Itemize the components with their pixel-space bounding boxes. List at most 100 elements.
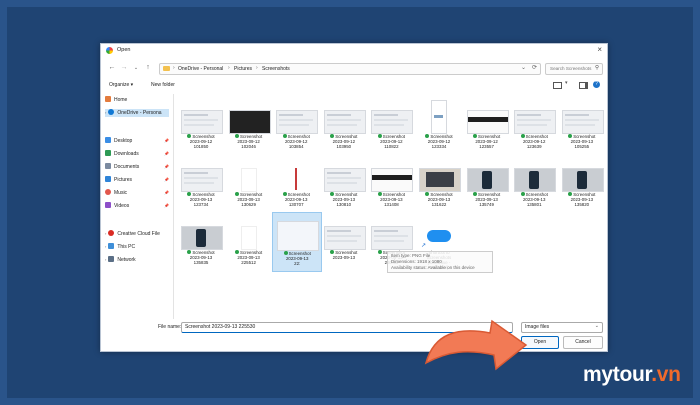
sidebar-item-desktop[interactable]: Desktop 📌 [105, 137, 169, 145]
sidebar-item-label: Videos [114, 203, 130, 209]
synced-check-icon [187, 250, 192, 254]
synced-check-icon [234, 134, 239, 138]
sidebar-item-videos[interactable]: Videos 📌 [105, 202, 169, 210]
file-name-line: 130810 [336, 202, 352, 207]
sidebar-item-label: This PC [117, 244, 136, 250]
synced-check-icon [472, 134, 477, 138]
thumbnail [466, 168, 509, 192]
thumbnail [181, 168, 223, 192]
file-type-select[interactable]: Image files ⌄ [521, 322, 603, 333]
file-item[interactable]: Screenshot 2023-09-13 130810 [320, 154, 368, 212]
file-item[interactable]: Screenshot 2023-09-12 110822 [367, 96, 415, 154]
file-item[interactable]: Screenshot 2023-09-13 123734 [177, 154, 225, 212]
sidebar-item-music[interactable]: Music 📌 [105, 189, 169, 197]
file-caption: Screenshot 2023-09-13 131622 [415, 192, 463, 207]
file-item[interactable]: Screenshot 2023-09-13 135820 [558, 154, 606, 212]
search-placeholder: Search Screenshots [550, 66, 592, 71]
organize-button[interactable]: Organize ▾ [109, 82, 133, 88]
synced-check-icon [187, 192, 192, 196]
file-item[interactable]: Screenshot 2023-09-12 103950 [320, 96, 368, 154]
sidebar-item-documents[interactable]: Documents 📌 [105, 163, 169, 171]
synced-check-icon [425, 134, 430, 138]
file-caption: Screenshot 2023-09-13 135820 [558, 192, 606, 207]
file-name-label: File name: [158, 324, 182, 330]
pin-icon: 📌 [164, 138, 169, 143]
synced-check-icon [330, 250, 335, 254]
thumbnail [240, 168, 257, 192]
file-item[interactable]: Screenshot 2023-09-13 135835 [177, 212, 225, 270]
breadcrumb-onedrive[interactable]: OneDrive - Personal [178, 66, 223, 72]
network-icon [108, 256, 115, 262]
file-item[interactable]: Screenshot 2023-09-13 135801 [510, 154, 558, 212]
dialog-title: Open [117, 47, 131, 53]
sidebar-item-label: Network [117, 257, 136, 263]
synced-check-icon [282, 192, 287, 196]
file-name-line: 103854 [288, 144, 304, 149]
thumbnail: ↗ [419, 226, 459, 248]
address-dropdown-icon[interactable]: ⌄ [521, 64, 526, 71]
file-name-line: 110822 [384, 144, 399, 149]
file-item[interactable]: Screenshot 2023-09-12 123639 [510, 96, 558, 154]
file-item[interactable]: Screenshot 2023-09-12 103854 [272, 96, 320, 154]
synced-check-icon [377, 250, 382, 254]
file-item[interactable]: Screenshot 2023-09-12 123334 [415, 96, 463, 154]
pin-icon: 📌 [164, 203, 169, 208]
sidebar-item-home[interactable]: Home [105, 96, 169, 104]
file-item[interactable]: Screenshot 2023-09-13 225512 [225, 212, 273, 270]
file-item[interactable]: Screenshot 2023-09-13 130707 [272, 154, 320, 212]
cancel-button[interactable]: Cancel [563, 336, 603, 349]
sidebar-item-onedrive[interactable]: › OneDrive - Persona [105, 109, 169, 117]
file-item[interactable]: Screenshot 2023-09-13 22: [272, 212, 323, 272]
pin-icon: 📌 [164, 177, 169, 182]
close-icon[interactable]: × [597, 45, 602, 54]
file-name-line: 225512 [241, 260, 256, 265]
help-icon[interactable]: ? [593, 81, 600, 88]
file-caption: Screenshot 2023-09-13 130629 [225, 192, 273, 207]
synced-check-icon [520, 134, 525, 138]
file-item[interactable]: Screenshot 2023-09-13 130629 [225, 154, 273, 212]
sidebar-item-network[interactable]: › Network [105, 256, 169, 264]
breadcrumb-pictures[interactable]: Pictures [234, 66, 252, 72]
thumbnail [240, 226, 257, 250]
search-icon: ⚲ [594, 65, 599, 71]
pane-divider [173, 94, 174, 319]
tooltip: Item type: PNG File Dimensions: 1918 x 1… [387, 251, 493, 273]
file-item[interactable]: Screenshot 2023-09-13 [320, 212, 368, 270]
file-item[interactable]: Screenshot 2023-09-13 105255 [558, 96, 606, 154]
file-item[interactable]: Screenshot 2023-09-12 101850 [177, 96, 225, 154]
synced-check-icon [283, 251, 288, 255]
thumbnail [371, 226, 414, 250]
pointer-arrow-icon [424, 319, 528, 371]
up-icon[interactable]: ↑ [143, 63, 153, 73]
synced-check-icon [187, 134, 192, 138]
sidebar-item-creative-cloud[interactable]: › Creative Cloud File [105, 230, 169, 238]
file-item[interactable]: Screenshot 2023-09-13 131622 [415, 154, 463, 212]
recent-dropdown-icon[interactable]: ⌄ [131, 63, 141, 73]
thumbnail [419, 168, 461, 192]
navigation-pane: Home › OneDrive - Persona Desktop 📌 Downlo… [101, 94, 171, 319]
file-name-line: 2023-09-13 [332, 255, 356, 260]
sidebar-item-pictures[interactable]: Pictures 📌 [105, 176, 169, 184]
search-input[interactable]: Search Screenshots ⚲ [545, 63, 603, 75]
view-options-icon[interactable] [553, 82, 562, 89]
file-item[interactable]: Screenshot 2023-09-13 131408 [367, 154, 415, 212]
synced-check-icon [425, 192, 430, 196]
refresh-icon[interactable]: ⟳ [532, 64, 537, 71]
document-icon [105, 163, 111, 169]
file-name-line: 105255 [574, 144, 590, 149]
new-folder-button[interactable]: New folder [151, 82, 175, 88]
address-bar[interactable]: › OneDrive - Personal › Pictures › Scree… [159, 63, 541, 75]
breadcrumb-screenshots[interactable]: Screenshots [262, 66, 290, 72]
sidebar-item-downloads[interactable]: Downloads 📌 [105, 150, 169, 158]
pc-icon [108, 243, 115, 249]
back-icon[interactable]: ← [107, 63, 117, 73]
file-item[interactable]: Screenshot 2023-09-12 123557 [463, 96, 511, 154]
preview-pane-icon[interactable] [579, 82, 588, 89]
sidebar-item-this-pc[interactable]: › This PC [105, 243, 169, 251]
file-item[interactable]: Screenshot 2023-09-13 135749 [463, 154, 511, 212]
file-item[interactable]: Screenshot 2023-09-12 102046 [225, 96, 273, 154]
forward-icon[interactable]: → [119, 63, 129, 73]
synced-check-icon [234, 192, 239, 196]
logo-tld: .vn [651, 363, 681, 386]
view-dropdown-icon[interactable]: ▾ [565, 80, 568, 86]
